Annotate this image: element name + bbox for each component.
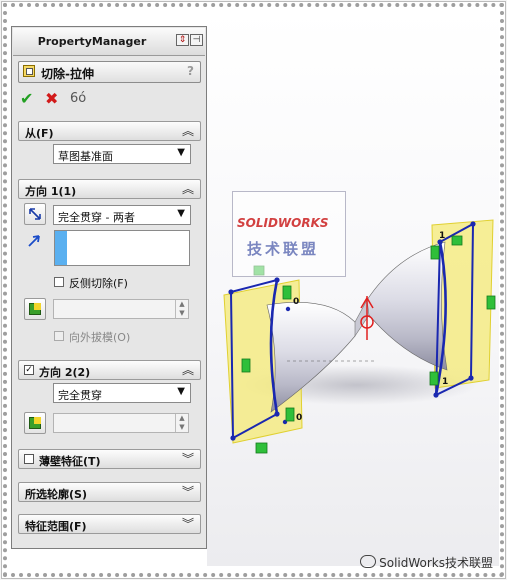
section-direction2-label: 方向 2(2) <box>39 366 91 379</box>
draft-angle-spinner[interactable]: ▲ ▼ <box>53 299 189 319</box>
drag-handle <box>282 285 292 300</box>
help-icon[interactable]: ? <box>187 64 194 78</box>
reverse-direction-icon <box>29 208 41 220</box>
draft-outward-label: 向外拔模(O) <box>69 331 131 344</box>
dimension-label: 1 <box>442 377 448 387</box>
chevron-up-icon[interactable]: ︽ <box>182 122 194 140</box>
dimension-label: 0 <box>296 413 302 423</box>
thin-feature-checkbox[interactable] <box>24 454 34 464</box>
chevron-down-icon[interactable]: ︾ <box>182 515 194 533</box>
direction2-checkbox[interactable]: ✓ <box>24 365 34 375</box>
section-thin-feature-label: 薄壁特征(T) <box>39 455 101 468</box>
chevron-down-icon[interactable]: ︾ <box>182 483 194 501</box>
property-manager-panel: PropertyManager ⇕ ⊣ 切除-拉伸 ? ✔ ✖ 6ó 从(F) … <box>11 26 207 549</box>
from-select[interactable]: 草图基准面 ▼ <box>53 144 191 164</box>
end-condition-value-1: 完全贯穿 - 两者 <box>58 211 135 224</box>
flip-side-label: 反侧切除(F) <box>69 277 128 290</box>
selection-highlight <box>55 231 67 265</box>
section-feature-scope[interactable]: 特征范围(F) ︾ <box>18 514 201 534</box>
from-value: 草图基准面 <box>58 150 113 163</box>
preview-glasses-icon[interactable]: 6ó <box>70 91 86 107</box>
end-condition-select-2[interactable]: 完全贯穿 ▼ <box>53 383 191 403</box>
cancel-button[interactable]: ✖ <box>45 91 58 107</box>
panel-title-bar: PropertyManager ⇕ ⊣ <box>13 28 205 56</box>
dimension-label: 0 <box>293 297 299 307</box>
section-selected-contours[interactable]: 所选轮廓(S) ︾ <box>18 482 201 502</box>
reverse-direction-button[interactable] <box>24 203 46 225</box>
section-direction1-label: 方向 1(1) <box>25 185 77 198</box>
watermark-cn: 技术联盟 <box>247 240 320 258</box>
drag-handle <box>451 235 463 246</box>
drag-handle <box>430 245 440 260</box>
flip-side-checkbox[interactable] <box>54 277 64 287</box>
watermark-brand: SOLIDWORKS <box>237 216 329 230</box>
chevron-down-icon[interactable]: ︾ <box>182 450 194 468</box>
end-condition-value-2: 完全贯穿 <box>58 389 102 402</box>
direction-vector-icon <box>26 233 42 252</box>
dropdown-arrow-icon: ▼ <box>177 208 185 219</box>
section-from-label: 从(F) <box>25 127 54 140</box>
draft-toggle-button-2[interactable] <box>24 412 46 434</box>
panel-title: PropertyManager <box>37 35 147 48</box>
feature-title: 切除-拉伸 <box>41 67 94 81</box>
feature-header: 切除-拉伸 ? <box>18 61 201 83</box>
chevron-up-icon[interactable]: ︽ <box>182 180 194 198</box>
drag-handle <box>255 442 268 454</box>
drag-handle <box>285 407 295 422</box>
collapse-icon[interactable]: ⇕ <box>176 34 189 46</box>
section-direction1[interactable]: 方向 1(1) ︽ <box>18 179 201 199</box>
cut-extrude-icon <box>23 65 35 77</box>
dropdown-arrow-icon: ▼ <box>177 386 185 397</box>
section-direction2[interactable]: ✓ 方向 2(2) ︽ <box>18 360 201 380</box>
drag-handle <box>241 358 251 373</box>
model-preview[interactable]: 0 0 1 1 <box>207 10 499 566</box>
section-from[interactable]: 从(F) ︽ <box>18 121 201 141</box>
draft-icon <box>29 417 41 429</box>
dropdown-arrow-icon: ▼ <box>177 147 185 158</box>
spinner-arrows-icon[interactable]: ▲ ▼ <box>175 414 188 432</box>
ok-button[interactable]: ✔ <box>20 91 33 107</box>
spinner-arrows-icon[interactable]: ▲ ▼ <box>175 300 188 318</box>
pin-icon[interactable]: ⊣ <box>190 34 203 46</box>
draft-toggle-button[interactable] <box>24 298 46 320</box>
section-selected-contours-label: 所选轮廓(S) <box>25 488 87 501</box>
footer-watermark: SolidWorks技术联盟 <box>360 554 493 571</box>
direction-selection-box[interactable] <box>54 230 190 266</box>
end-condition-select-1[interactable]: 完全贯穿 - 两者 ▼ <box>53 205 191 225</box>
watermark-logo: SOLIDWORKS 技术联盟 <box>232 191 346 277</box>
right-cone-body <box>366 241 448 371</box>
section-thin-feature[interactable]: 薄壁特征(T) ︾ <box>18 449 201 469</box>
draft-icon <box>29 303 41 315</box>
drag-handle <box>486 295 496 310</box>
drag-handle <box>429 371 439 386</box>
screenshot-frame: 0 0 1 1 SOLIDWORKS 技术联盟 PropertyManager ⇕ ⊣… <box>1 1 506 579</box>
dimension-label: 1 <box>439 231 445 241</box>
section-feature-scope-label: 特征范围(F) <box>25 520 87 533</box>
footer-watermark-text: SolidWorks技术联盟 <box>379 556 493 570</box>
draft-angle-spinner-2[interactable]: ▲ ▼ <box>53 413 189 433</box>
draft-outward-checkbox[interactable] <box>54 331 64 341</box>
wechat-icon <box>360 555 377 568</box>
graphics-viewport[interactable]: 0 0 1 1 <box>207 10 499 566</box>
chevron-up-icon[interactable]: ︽ <box>182 361 194 379</box>
